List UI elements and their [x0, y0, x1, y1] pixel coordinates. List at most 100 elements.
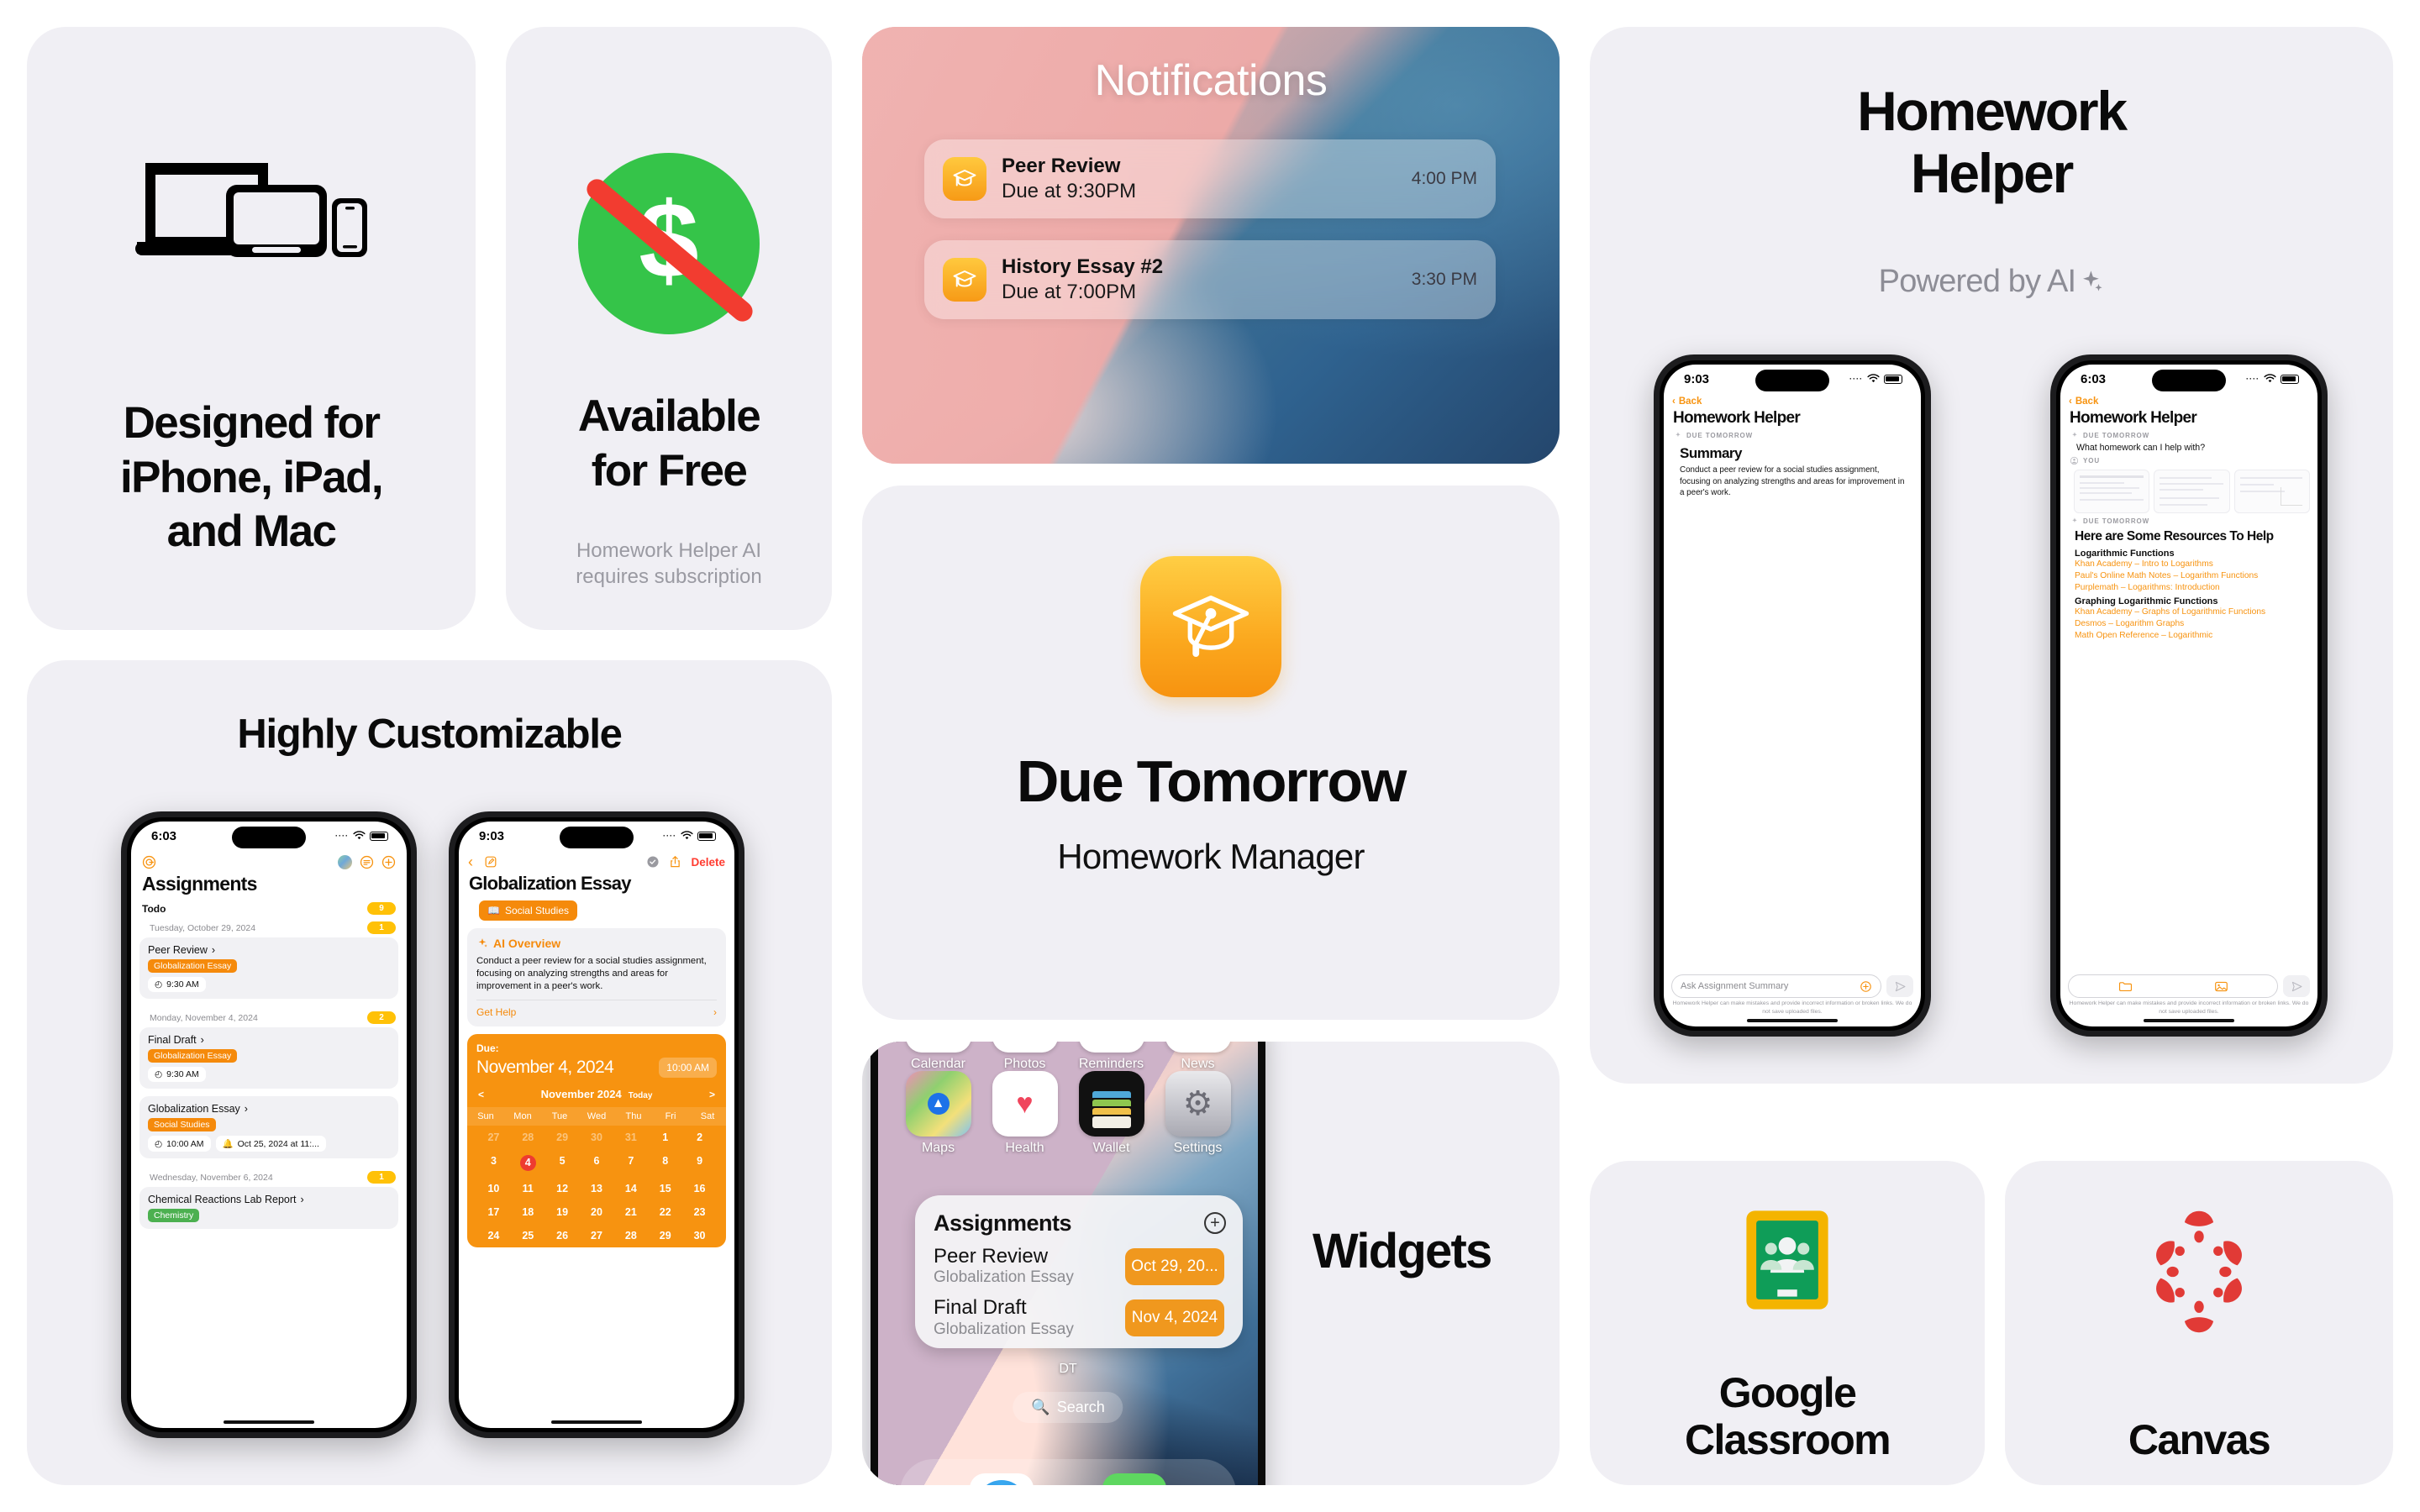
calendar-day-cell[interactable]: 29 [648, 1230, 682, 1242]
ask-input[interactable]: Ask Assignment Summary [1671, 974, 1881, 998]
uploaded-image-thumb[interactable] [2154, 470, 2230, 513]
signal-icon: ···· [2246, 375, 2260, 383]
calendar-day-cell[interactable]: 29 [545, 1131, 580, 1143]
calendar-day-cell[interactable]: 18 [511, 1206, 545, 1218]
calendar-day-cell[interactable]: 24 [476, 1230, 511, 1242]
time-chip: ◴ 10:00 AM [148, 1136, 211, 1152]
calendar-day-cell[interactable]: 19 [545, 1206, 580, 1218]
calendar-day-cell[interactable]: 21 [613, 1206, 648, 1218]
target-icon[interactable] [142, 855, 156, 869]
calendar-day-cell[interactable]: 3 [476, 1155, 511, 1171]
calendar-day-cell[interactable]: 11 [511, 1183, 545, 1194]
calendar-day-cell[interactable]: 15 [648, 1183, 682, 1194]
messages-icon[interactable] [1102, 1473, 1167, 1485]
back-button[interactable]: ‹ Back [2060, 393, 2317, 407]
app-photos[interactable]: Photos [981, 1042, 1068, 1072]
calendar-day-cell[interactable]: 2 [682, 1131, 717, 1143]
calendar-day-cell[interactable]: 4 [519, 1155, 536, 1172]
calendar-next-button[interactable]: > [709, 1089, 715, 1100]
widget-row[interactable]: Final Draft Globalization Essay Nov 4, 2… [934, 1296, 1224, 1339]
calendar-week-row: 17 18 19 20 21 22 23 [476, 1200, 717, 1224]
get-help-button[interactable]: Get Help › [476, 1000, 717, 1018]
plus-circle-icon[interactable] [1860, 980, 1872, 993]
calendar-day-cell[interactable]: 28 [613, 1230, 648, 1242]
edit-square-icon[interactable] [484, 855, 497, 869]
safari-icon[interactable]: ➤ [969, 1473, 1034, 1485]
calendar-day-cell[interactable]: 14 [613, 1183, 648, 1194]
assignment-row[interactable]: Peer Review › Globalization Essay ◴ 9:30… [139, 937, 398, 999]
send-icon [2291, 981, 2302, 991]
notification-item[interactable]: Peer Review Due at 9:30PM 4:00 PM [924, 139, 1496, 218]
send-button[interactable] [2283, 975, 2310, 997]
calendar-day-cell[interactable]: 16 [682, 1183, 717, 1194]
notification-time: 3:30 PM [1411, 270, 1477, 289]
calendar-day-cell[interactable]: 30 [580, 1131, 614, 1143]
search-pill[interactable]: 🔍 Search [1013, 1392, 1123, 1423]
calendar-day-cell[interactable]: 22 [648, 1206, 682, 1218]
check-circle-icon[interactable] [646, 855, 660, 869]
resource-link[interactable]: Desmos – Logarithm Graphs [2060, 618, 2317, 630]
plus-circle-icon[interactable]: + [1204, 1212, 1226, 1234]
assignments-widget[interactable]: Assignments + Peer Review Globalization … [915, 1195, 1243, 1348]
calendar-day-cell[interactable]: 5 [545, 1155, 580, 1171]
resource-link[interactable]: Khan Academy – Graphs of Logarithmic Fun… [2060, 606, 2317, 618]
bell-icon: 🔔 [222, 1139, 234, 1149]
status-bar: 6:03 ···· [2060, 365, 2317, 393]
resource-link[interactable]: Paul's Online Math Notes – Logarithm Fun… [2060, 570, 2317, 582]
app-wallet[interactable]: Wallet [1068, 1071, 1155, 1156]
calendar-today-button[interactable]: Today [629, 1091, 653, 1100]
calendar-day-cell[interactable]: 7 [613, 1155, 648, 1171]
calendar-day-cell[interactable]: 1 [648, 1131, 682, 1143]
photo-icon[interactable] [2214, 980, 2228, 993]
app-news[interactable]: N News [1155, 1042, 1241, 1072]
card-canvas: Canvas [2005, 1161, 2393, 1485]
resource-link[interactable]: Math Open Reference – Logarithmic [2060, 630, 2317, 642]
calendar-day-cell[interactable]: 6 [580, 1155, 614, 1171]
calendar-day-cell[interactable]: 9 [682, 1155, 717, 1171]
chevron-left-icon[interactable]: ‹ [468, 854, 473, 869]
folder-icon[interactable] [2118, 980, 2133, 992]
resource-link[interactable]: Purplemath – Logarithms: Introduction [2060, 582, 2317, 594]
calendar-day-cell[interactable]: 23 [682, 1206, 717, 1218]
calendar-day-cell[interactable]: 10 [476, 1183, 511, 1194]
assignment-row[interactable]: Chemical Reactions Lab Report › Chemistr… [139, 1187, 398, 1229]
calendar-day-cell[interactable]: 27 [580, 1230, 614, 1242]
calendar-day-cell[interactable]: 13 [580, 1183, 614, 1194]
filter-icon[interactable] [360, 855, 374, 869]
subject-tag[interactable]: 📖 Social Studies [479, 900, 577, 921]
assignment-row[interactable]: Globalization Essay › Social Studies ◴ 1… [139, 1096, 398, 1158]
uploaded-image-thumb[interactable] [2233, 470, 2310, 513]
calendar-day-cell[interactable]: 17 [476, 1206, 511, 1218]
calendar-day-cell[interactable]: 31 [613, 1131, 648, 1143]
app-health[interactable]: ♥ Health [981, 1071, 1068, 1156]
widget-row[interactable]: Peer Review Globalization Essay Oct 29, … [934, 1245, 1224, 1288]
calendar-day-cell[interactable]: 25 [511, 1230, 545, 1242]
app-reminders[interactable]: Reminders [1068, 1042, 1155, 1072]
plus-circle-icon[interactable] [381, 855, 396, 869]
due-time-value[interactable]: 10:00 AM [659, 1058, 717, 1079]
resource-link[interactable]: Khan Academy – Intro to Logarithms [2060, 559, 2317, 570]
calendar-prev-button[interactable]: < [478, 1089, 484, 1100]
calendar-day-cell[interactable]: 8 [648, 1155, 682, 1171]
calendar-day-cell[interactable]: 20 [580, 1206, 614, 1218]
attachment-bar[interactable] [2068, 974, 2278, 998]
due-tomorrow-title: Due Tomorrow [1016, 748, 1407, 814]
calendar-day-cell[interactable]: 27 [476, 1131, 511, 1143]
weekday-label: Tue [551, 1111, 568, 1122]
app-settings[interactable]: ⚙ Settings [1155, 1071, 1241, 1156]
calendar-day-cell[interactable]: 30 [682, 1230, 717, 1242]
back-button[interactable]: ‹ Back [1664, 393, 1921, 407]
home-indicator [224, 1420, 314, 1424]
share-icon[interactable] [669, 855, 681, 869]
assignment-row[interactable]: Final Draft › Globalization Essay ◴ 9:30… [139, 1027, 398, 1089]
uploaded-image-thumb[interactable] [2074, 470, 2150, 513]
notification-item[interactable]: History Essay #2 Due at 7:00PM 3:30 PM [924, 240, 1496, 319]
calendar-day-cell[interactable]: 26 [545, 1230, 580, 1242]
app-maps[interactable]: ▲ Maps [895, 1071, 981, 1156]
app-calendar[interactable]: 10 Calendar [895, 1042, 981, 1072]
calendar-day-cell[interactable]: 12 [545, 1183, 580, 1194]
delete-button[interactable]: Delete [691, 856, 725, 869]
send-button[interactable] [1886, 975, 1913, 997]
ai-sparkle-icon[interactable] [338, 855, 352, 869]
calendar-day-cell[interactable]: 28 [511, 1131, 545, 1143]
